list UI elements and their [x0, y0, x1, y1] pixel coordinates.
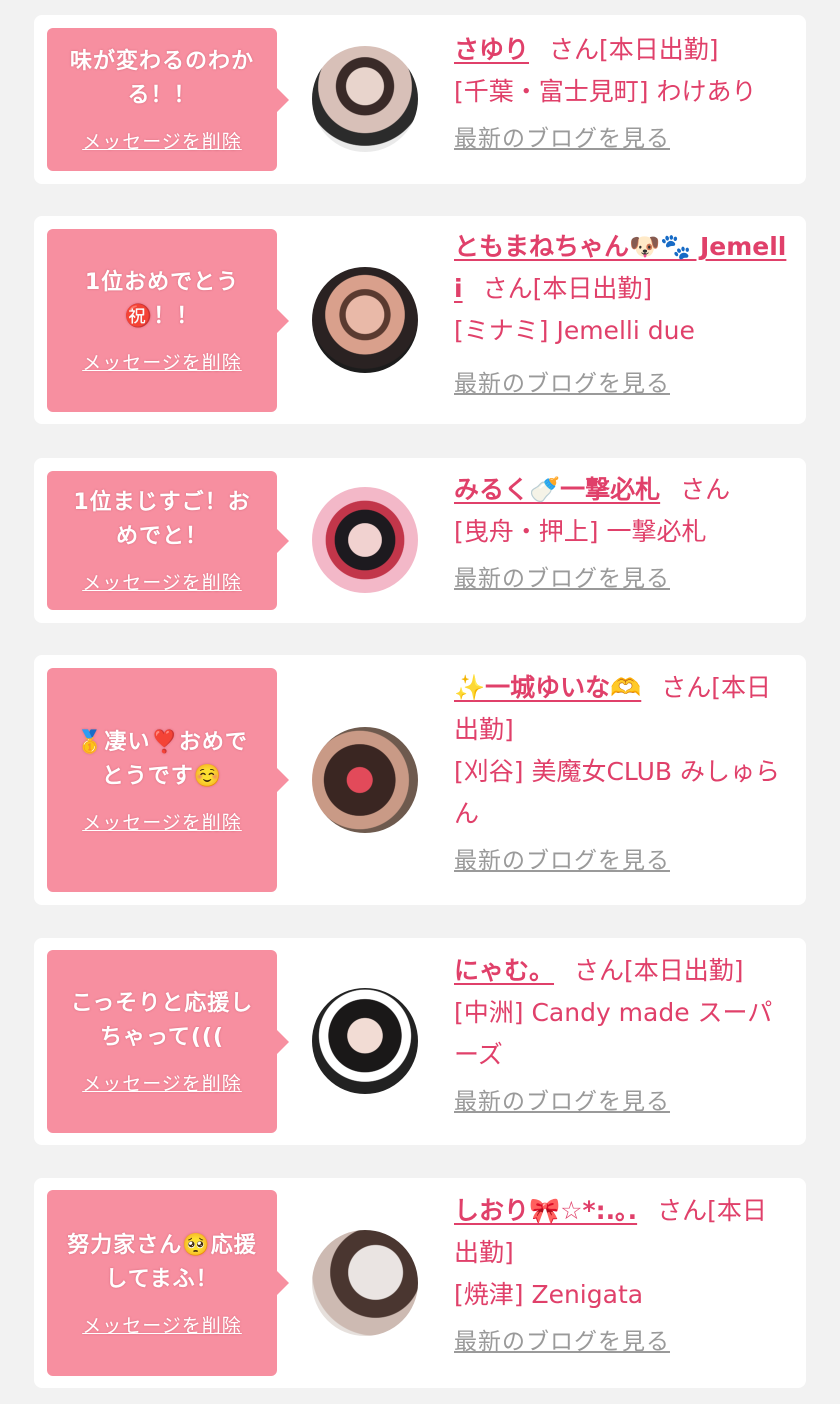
message-bubble: 味が変わるのわか る！！ メッセージを削除	[47, 28, 289, 171]
cast-info: みるく🍼一撃必札 さん [曳舟・押上] 一撃必札 最新のブログを見る	[454, 469, 790, 595]
delete-message-link[interactable]: メッセージを削除	[82, 1311, 242, 1338]
message-line: 🥇凄い❣️おめで	[76, 729, 248, 755]
message-line: 努力家さん🥺応援	[67, 1232, 257, 1258]
cast-name-link[interactable]: みるく🍼一撃必札	[454, 475, 660, 504]
shop-info: [中洲] Candy made スーパーズ	[454, 998, 773, 1069]
cast-info: さゆり さん[本日出勤] [千葉・富士見町] わけあり 最新のブログを見る	[454, 29, 790, 155]
cast-status: さん	[680, 475, 731, 504]
shop-info: [曳舟・押上] 一撃必札	[454, 517, 707, 546]
message-line: 1位おめでとう	[84, 270, 240, 295]
message-bubble: 1位おめでとう ㊗️！！ メッセージを削除	[47, 229, 289, 412]
avatar[interactable]	[312, 988, 418, 1094]
latest-blog-link[interactable]: 最新のブログを見る	[454, 368, 670, 400]
message-line: してまふ！	[105, 1266, 219, 1292]
delete-message-link[interactable]: メッセージを削除	[82, 1069, 242, 1096]
message-bubble: 1位まじすご！お めでと！ メッセージを削除	[47, 471, 289, 610]
delete-message-link[interactable]: メッセージを削除	[82, 808, 242, 835]
avatar[interactable]	[312, 46, 418, 152]
message-line: こっそりと応援し	[70, 991, 254, 1016]
message-card: 努力家さん🥺応援 してまふ！ メッセージを削除 しおり🎀☆*:.｡. さん[本日出…	[34, 1178, 806, 1388]
shop-info: [焼津] Zenigata	[454, 1280, 644, 1309]
cast-status: さん[本日出勤]	[549, 35, 719, 64]
latest-blog-link[interactable]: 最新のブログを見る	[454, 123, 670, 155]
cast-name-link[interactable]: しおり🎀☆*:.｡.	[454, 1196, 637, 1225]
cast-name-link[interactable]: ✨一城ゆいな🫶	[454, 673, 641, 702]
message-bubble: 🥇凄い❣️おめで とうです☺️ メッセージを削除	[47, 668, 289, 892]
message-card: 1位まじすご！お めでと！ メッセージを削除 みるく🍼一撃必札 さん [曳舟・押上…	[34, 458, 806, 623]
message-text: 1位まじすご！お めでと！	[73, 486, 250, 554]
message-bubble: こっそりと応援し ちゃって((( メッセージを削除	[47, 950, 289, 1133]
cast-info: しおり🎀☆*:.｡. さん[本日出勤] [焼津] Zenigata 最新のブログを…	[454, 1190, 790, 1358]
latest-blog-link[interactable]: 最新のブログを見る	[454, 845, 670, 877]
shop-info: [ミナミ] Jemelli due	[454, 316, 695, 345]
message-text: 🥇凄い❣️おめで とうです☺️	[76, 726, 248, 794]
message-list: 味が変わるのわか る！！ メッセージを削除 さゆり さん[本日出勤] [千葉・富士…	[0, 0, 840, 1404]
shop-info: [千葉・富士見町] わけあり	[454, 77, 757, 106]
message-card: 🥇凄い❣️おめで とうです☺️ メッセージを削除 ✨一城ゆいな🫶 さん[本日出勤]…	[34, 655, 806, 905]
message-text: 味が変わるのわか る！！	[70, 45, 254, 113]
avatar[interactable]	[312, 727, 418, 833]
message-text: こっそりと応援し ちゃって(((	[71, 987, 253, 1055]
message-line: めでと！	[115, 524, 208, 549]
message-line: 味が変わるのわか	[69, 49, 254, 74]
delete-message-link[interactable]: メッセージを削除	[82, 127, 242, 154]
latest-blog-link[interactable]: 最新のブログを見る	[454, 563, 670, 595]
message-card: こっそりと応援し ちゃって((( メッセージを削除 にゃむ。 さん[本日出勤] […	[34, 938, 806, 1145]
avatar[interactable]	[312, 1230, 418, 1336]
cast-status: さん[本日出勤]	[574, 956, 744, 985]
delete-message-link[interactable]: メッセージを削除	[82, 348, 242, 375]
avatar[interactable]	[312, 487, 418, 593]
cast-info: ともまねちゃん🐶🐾 Jemelli さん[本日出勤] [ミナミ] Jemelli …	[454, 226, 790, 400]
message-line: ㊗️！！	[124, 304, 200, 329]
delete-message-link[interactable]: メッセージを削除	[82, 568, 242, 595]
cast-info: ✨一城ゆいな🫶 さん[本日出勤] [刈谷] 美魔女CLUB みしゅらん 最新のブロ…	[454, 667, 790, 877]
latest-blog-link[interactable]: 最新のブログを見る	[454, 1086, 670, 1118]
message-bubble: 努力家さん🥺応援 してまふ！ メッセージを削除	[47, 1190, 289, 1376]
message-card: 味が変わるのわか る！！ メッセージを削除 さゆり さん[本日出勤] [千葉・富士…	[34, 15, 806, 184]
cast-name-link[interactable]: にゃむ。	[454, 956, 554, 985]
shop-info: [刈谷] 美魔女CLUB みしゅらん	[454, 757, 780, 828]
avatar[interactable]	[312, 267, 418, 373]
cast-info: にゃむ。 さん[本日出勤] [中洲] Candy made スーパーズ 最新のブロ…	[454, 950, 790, 1118]
message-line: ちゃって(((	[99, 1025, 225, 1050]
latest-blog-link[interactable]: 最新のブログを見る	[454, 1326, 670, 1358]
message-line: 1位まじすご！お	[73, 490, 251, 515]
cast-name-link[interactable]: さゆり	[454, 35, 529, 64]
message-line: る！！	[127, 83, 197, 108]
cast-status: さん[本日出勤]	[482, 274, 653, 303]
message-text: 1位おめでとう ㊗️！！	[85, 266, 239, 334]
message-text: 努力家さん🥺応援 してまふ！	[67, 1229, 256, 1297]
message-card: 1位おめでとう ㊗️！！ メッセージを削除 ともまねちゃん🐶🐾 Jemelli さ…	[34, 216, 806, 424]
message-line: とうです☺️	[101, 763, 223, 789]
